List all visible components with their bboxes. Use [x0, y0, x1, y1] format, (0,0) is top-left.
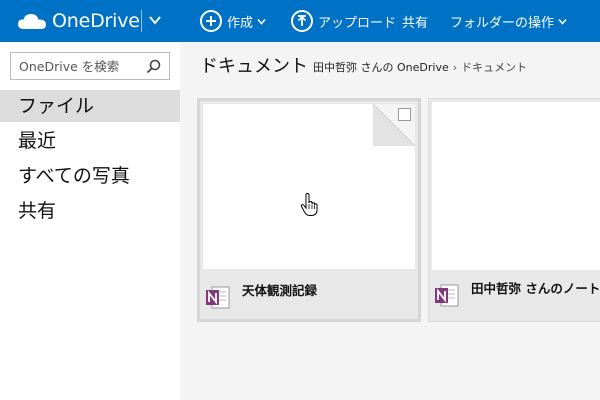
search-input[interactable]	[19, 58, 139, 74]
file-thumbnail	[432, 102, 600, 270]
sidebar-item-label: すべての写真	[18, 165, 130, 187]
file-footer: 田中哲弥 さんのノート	[429, 270, 600, 321]
create-label: 作成	[227, 15, 254, 31]
onenote-icon	[435, 284, 459, 307]
file-name: 天体観測記録	[242, 283, 318, 298]
breadcrumb-current: ドキュメント	[461, 61, 528, 74]
brand-divider	[141, 10, 142, 32]
plus-icon	[200, 10, 222, 32]
share-button[interactable]: 共有	[402, 9, 428, 33]
select-checkbox[interactable]	[398, 108, 411, 121]
folder-actions-button[interactable]: フォルダーの操作	[450, 9, 567, 33]
share-label: 共有	[402, 15, 429, 31]
file-tile[interactable]: 田中哲弥 さんのノート	[428, 98, 600, 322]
create-button[interactable]: 作成	[200, 9, 266, 33]
file-name: 田中哲弥 さんのノート	[471, 281, 600, 296]
upload-icon	[291, 10, 313, 32]
upload-label: アップロード	[318, 15, 397, 31]
brand-name: OneDrive	[52, 10, 140, 32]
sidebar-item-label: ファイル	[18, 95, 95, 117]
sidebar-item-recent[interactable]: 最近	[0, 125, 180, 157]
breadcrumb-root[interactable]: 田中哲弥 さんの OneDrive	[313, 59, 449, 75]
breadcrumb: 田中哲弥 さんの OneDrive › ドキュメント	[313, 59, 527, 75]
upload-button[interactable]: アップロード	[291, 9, 396, 33]
sidebar-item-files[interactable]: ファイル	[0, 90, 180, 122]
file-thumbnail	[203, 104, 415, 269]
sidebar-item-shared[interactable]: 共有	[0, 195, 180, 227]
chevron-down-icon[interactable]	[148, 13, 162, 27]
folder-actions-label: フォルダーの操作	[450, 15, 555, 31]
search-box	[10, 52, 170, 80]
sidebar-item-all-photos[interactable]: すべての写真	[0, 160, 180, 192]
page-title: ドキュメント	[200, 56, 308, 77]
breadcrumb-separator: ›	[452, 60, 458, 74]
onenote-icon	[206, 286, 230, 309]
sidebar-item-label: 最近	[18, 130, 57, 152]
file-footer: 天体観測記録	[200, 272, 418, 319]
chevron-down-icon	[257, 18, 266, 25]
search-icon[interactable]	[146, 59, 161, 74]
top-bar: OneDrive 作成 アップロード 共有 フォルダーの操作	[0, 0, 600, 42]
sidebar-item-label: 共有	[18, 200, 57, 222]
chevron-down-icon	[558, 18, 567, 25]
cloud-icon	[18, 14, 46, 29]
hand-cursor-icon	[300, 193, 318, 216]
brand-logo[interactable]: OneDrive	[18, 8, 140, 34]
